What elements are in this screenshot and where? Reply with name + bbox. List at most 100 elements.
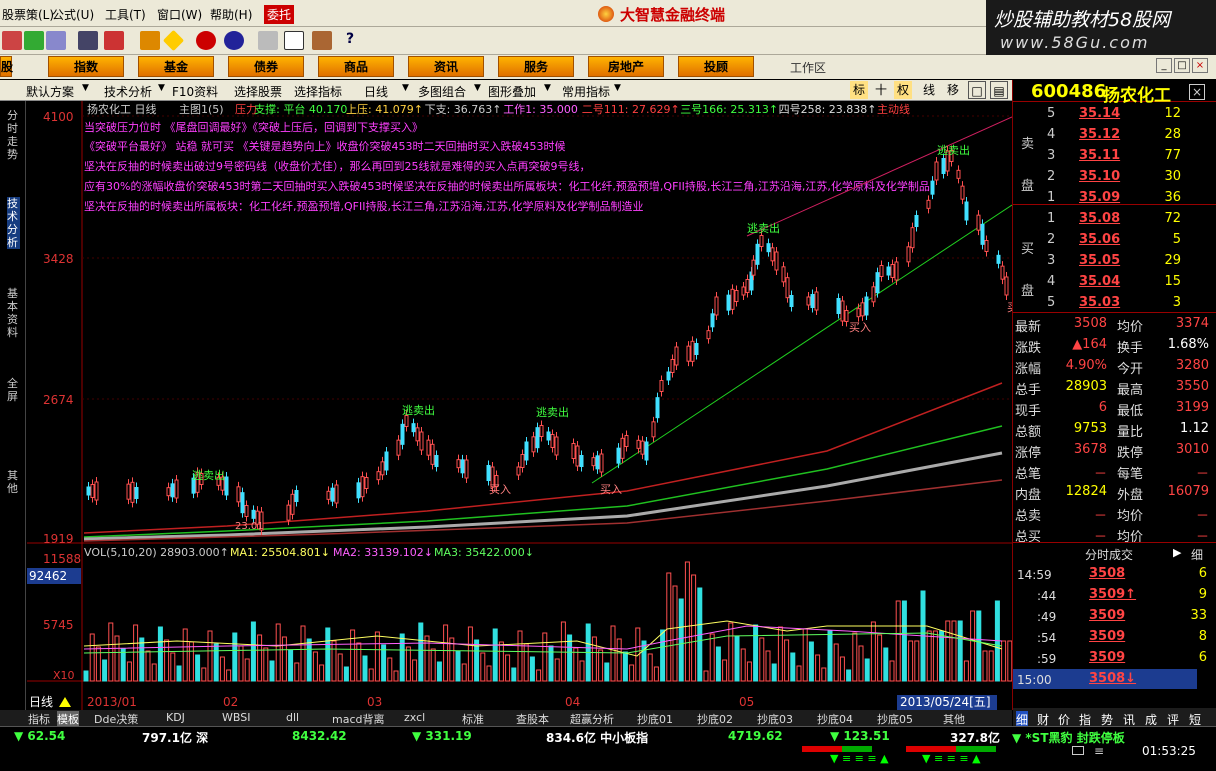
book-icon[interactable] (312, 31, 332, 50)
btab-superwin[interactable]: 超赢分析 (570, 711, 614, 727)
print-icon[interactable] (258, 31, 278, 50)
btab-bottom02[interactable]: 抄底02 (697, 711, 733, 727)
tool-window-icon[interactable]: □ (968, 81, 986, 99)
menu-item-help[interactable]: 帮助(H) (210, 6, 252, 23)
bid-price[interactable]: 35.03 (1079, 295, 1120, 310)
help-cursor-icon[interactable]: ? (346, 31, 366, 50)
menu-item-window[interactable]: 窗口(W) (157, 6, 202, 23)
kline-chart[interactable]: 4100 3428 2674 1919 扬农化工 日线 主图1(5) 压力支撑:… (27, 101, 1012, 711)
ask-price[interactable]: 35.11 (1079, 148, 1120, 163)
tool-settings-icon[interactable]: ▤ (990, 81, 1008, 99)
common-indicator-button[interactable]: 常用指标 (562, 83, 610, 100)
menu-item-strategy[interactable]: 股票策(L) (2, 6, 54, 23)
workspace-label[interactable]: 工作区 (790, 59, 826, 76)
candle-body (930, 180, 935, 195)
ask-price[interactable]: 35.12 (1079, 127, 1120, 142)
dropdown-arrow-icon[interactable]: ▼ (544, 83, 551, 93)
binoculars-icon[interactable] (78, 31, 98, 50)
ltab-other[interactable]: 其他 (7, 469, 20, 495)
btab-bottom01[interactable]: 抄底01 (637, 711, 673, 727)
volume-bar (734, 635, 740, 682)
minimize-button[interactable]: _ (1156, 58, 1172, 73)
ticks-expand-icon[interactable]: ▶ (1173, 546, 1181, 559)
menu-item-tools[interactable]: 工具(T) (105, 6, 146, 23)
btab-bottom05[interactable]: 抄底05 (877, 711, 913, 727)
record-icon[interactable] (196, 31, 216, 50)
nav-news[interactable]: 资讯 (408, 56, 484, 77)
btab-equity[interactable]: 查股本 (516, 711, 549, 727)
btab-indicator[interactable]: 指标 (28, 711, 50, 727)
globe-icon[interactable] (224, 31, 244, 50)
overlay-button[interactable]: 图形叠加 (488, 83, 536, 100)
status-menu-icon[interactable]: ≡ (1094, 744, 1104, 758)
dropdown-arrow-icon[interactable]: ▼ (474, 83, 481, 93)
tool-mark[interactable]: 标 (850, 81, 868, 99)
btab-other[interactable]: 其他 (943, 711, 965, 727)
btab-dde[interactable]: Dde决策 (94, 711, 138, 727)
bid-price[interactable]: 35.06 (1079, 232, 1120, 247)
candle-body (94, 481, 99, 501)
btab-template[interactable]: 模板 (57, 711, 79, 727)
window-icon[interactable] (284, 31, 304, 50)
diamond-icon[interactable] (162, 29, 185, 52)
nav-index[interactable]: 指数 (48, 56, 124, 77)
tool-line[interactable]: 线 (920, 81, 938, 99)
candle-body (90, 484, 95, 498)
ask-price[interactable]: 35.09 (1079, 190, 1120, 205)
volume-bar (257, 634, 263, 682)
btab-zxcl[interactable]: zxcl (404, 711, 425, 724)
nav-realestate[interactable]: 房地产 (588, 56, 664, 77)
flag-icon[interactable] (24, 31, 44, 50)
alert-icon[interactable] (140, 31, 160, 50)
ask-price[interactable]: 35.14 (1079, 106, 1120, 121)
candle-body (411, 423, 416, 433)
nav-commodity[interactable]: 商品 (318, 56, 394, 77)
btab-dll[interactable]: dll (286, 711, 299, 724)
tool-move[interactable]: 移 (944, 81, 962, 99)
btab-kdj[interactable]: KDJ (166, 711, 185, 724)
bid-price[interactable]: 35.05 (1079, 253, 1120, 268)
close-button[interactable]: × (1192, 58, 1208, 73)
dropdown-arrow-icon[interactable]: ▼ (402, 83, 409, 93)
nav-advisor[interactable]: 投顾 (678, 56, 754, 77)
scheme-dropdown[interactable]: 默认方案 (26, 83, 74, 100)
ltab-intraday[interactable]: 分时走势 (7, 109, 20, 161)
tech-analysis-button[interactable]: 技术分析 (104, 83, 152, 100)
nav-service[interactable]: 服务 (498, 56, 574, 77)
ltab-fullscreen[interactable]: 全屏 (7, 377, 20, 403)
list-icon[interactable] (46, 31, 66, 50)
multi-chart-button[interactable]: 多图组合 (418, 83, 466, 100)
ask-price[interactable]: 35.10 (1079, 169, 1120, 184)
pen-icon[interactable] (104, 31, 124, 50)
menu-item-formula[interactable]: 公式(U) (52, 6, 94, 23)
nav-stocks[interactable]: 股 (0, 56, 13, 77)
bid-price[interactable]: 35.04 (1079, 274, 1120, 289)
close-panel-icon[interactable]: × (1189, 84, 1205, 100)
btab-bottom03[interactable]: 抄底03 (757, 711, 793, 727)
dropdown-arrow-icon[interactable]: ▼ (614, 83, 621, 93)
select-stock-button[interactable]: 选择股票 (234, 83, 282, 100)
nav-fund[interactable]: 基金 (138, 56, 214, 77)
restore-button[interactable]: □ (1174, 58, 1190, 73)
dropdown-arrow-icon[interactable]: ▼ (82, 83, 89, 93)
tool-adjust[interactable]: 权 (894, 81, 912, 99)
ltab-technical[interactable]: 技术分析 (7, 197, 20, 249)
back-icon[interactable] (2, 31, 22, 50)
select-indicator-button[interactable]: 选择指标 (294, 83, 342, 100)
btab-bottom04[interactable]: 抄底04 (817, 711, 853, 727)
period-dropdown[interactable]: 日线 (364, 83, 388, 100)
nav-bond[interactable]: 债券 (228, 56, 304, 77)
ltab-fundamental[interactable]: 基本资料 (7, 287, 20, 339)
tool-crosshair[interactable]: 十 (872, 81, 890, 99)
btab-standard[interactable]: 标准 (462, 711, 484, 727)
ticks-detail[interactable]: 细 (1191, 546, 1203, 563)
menu-item-trade[interactable]: 委托 (264, 5, 295, 24)
mail-icon[interactable] (1072, 746, 1084, 755)
btab-wbsi[interactable]: WBSI (222, 711, 250, 724)
dropdown-arrow-icon[interactable]: ▼ (158, 83, 165, 93)
bid-price[interactable]: 35.08 (1079, 211, 1120, 226)
f10-button[interactable]: F10资料 (172, 83, 218, 100)
btab-macd[interactable]: macd背离 (332, 711, 385, 727)
candle-body (636, 439, 641, 449)
period-label[interactable]: 日线 (29, 695, 53, 709)
